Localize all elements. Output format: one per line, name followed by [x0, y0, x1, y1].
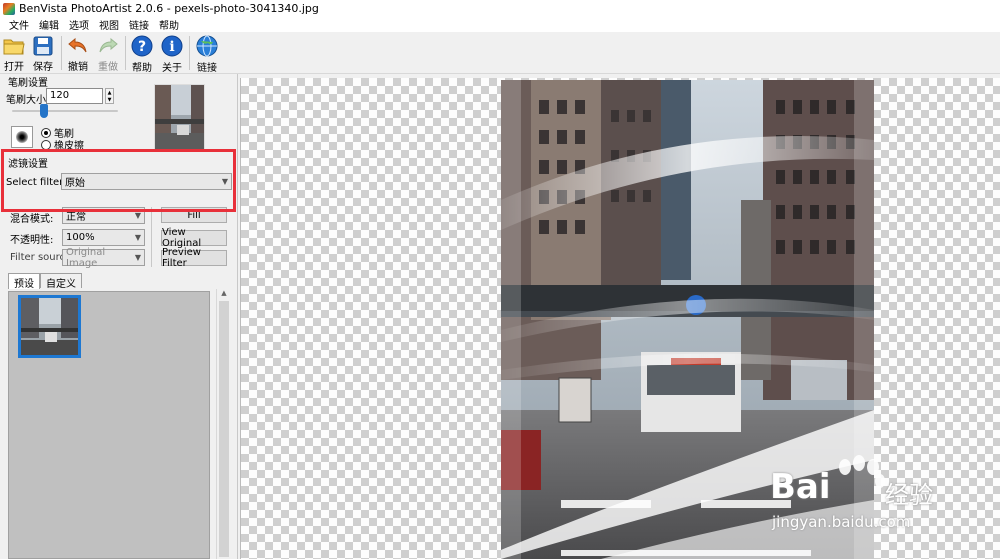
toolbar: 打开 保存 撤销 重做 ? 帮助 i 关于 链接 — [0, 32, 1000, 74]
open-label: 打开 — [4, 62, 24, 73]
view-original-button[interactable]: View Original — [161, 227, 227, 249]
preview-filter-button[interactable]: Preview Filter — [161, 247, 227, 269]
brush-size-slider-thumb[interactable] — [39, 104, 48, 118]
radio-unselected-icon — [41, 139, 51, 150]
about-label: 关于 — [162, 63, 182, 74]
opacity-select[interactable]: 100% ▼ — [62, 229, 145, 246]
tab-presets[interactable]: 预设 — [8, 273, 40, 290]
divider — [151, 207, 152, 267]
menu-edit[interactable]: 编辑 — [34, 17, 64, 32]
preset-thumbnail[interactable] — [18, 295, 81, 358]
menu-options[interactable]: 选项 — [64, 17, 94, 32]
chevron-down-icon: ▼ — [134, 253, 141, 262]
toolbar-separator — [189, 36, 190, 70]
radio-selected-icon — [41, 127, 51, 138]
filter-source-select[interactable]: Original Image ▼ — [62, 246, 145, 269]
chevron-up-icon: ▲ — [107, 89, 112, 96]
brush-size-input[interactable]: 120 — [46, 88, 103, 104]
menu-bar: 文件 编辑 选项 视图 链接 帮助 — [0, 17, 1000, 32]
undo-label: 撤销 — [68, 62, 88, 73]
chevron-down-icon: ▼ — [107, 96, 112, 103]
question-mark-icon: ? — [131, 35, 153, 57]
menu-file[interactable]: 文件 — [4, 17, 34, 32]
info-icon: i — [161, 35, 183, 57]
window-title: BenVista PhotoArtist 2.0.6 - pexels-phot… — [19, 2, 319, 15]
undo-arrow-icon — [67, 35, 89, 56]
chevron-down-icon: ▼ — [134, 233, 141, 242]
scroll-up-icon[interactable]: ▲ — [217, 289, 231, 301]
help-button[interactable]: ? 帮助 — [128, 35, 156, 74]
menu-link[interactable]: 链接 — [124, 17, 154, 32]
menu-view[interactable]: 视图 — [94, 17, 124, 32]
help-label: 帮助 — [132, 63, 152, 74]
folder-icon — [3, 35, 25, 56]
watermark-brand-tail: 经验 — [885, 481, 933, 509]
preset-scrollbar[interactable]: ▲ — [216, 289, 230, 559]
open-button[interactable]: 打开 — [0, 35, 28, 73]
save-label: 保存 — [33, 62, 53, 73]
baidu-jingyan-watermark: Bai 经验 jingyan.baidu.com — [760, 455, 980, 545]
blend-mode-label: 混合模式: — [10, 214, 54, 225]
save-button[interactable]: 保存 — [29, 35, 57, 73]
svg-text:i: i — [169, 39, 174, 55]
brush-tip-icon — [16, 131, 28, 143]
navigator-thumbnail[interactable] — [154, 84, 205, 150]
brush-size-slider-track — [12, 110, 118, 112]
redo-button[interactable]: 重做 — [94, 35, 122, 73]
link-label: 链接 — [197, 63, 217, 74]
globe-icon — [196, 35, 218, 57]
toolbar-separator — [61, 36, 62, 70]
about-button[interactable]: i 关于 — [158, 35, 186, 74]
link-button[interactable]: 链接 — [193, 35, 221, 74]
toolbar-separator — [125, 36, 126, 70]
scrollbar-thumb[interactable] — [219, 301, 229, 557]
watermark-brand: Bai — [770, 467, 831, 507]
preset-tabs: 预设 自定义 — [8, 273, 82, 290]
undo-button[interactable]: 撤销 — [64, 35, 92, 73]
title-bar: BenVista PhotoArtist 2.0.6 - pexels-phot… — [0, 0, 1000, 17]
brush-size-spinner[interactable]: ▲ ▼ — [105, 88, 114, 104]
tab-custom[interactable]: 自定义 — [40, 273, 82, 290]
app-icon — [3, 2, 15, 15]
opacity-value: 100% — [66, 232, 95, 243]
preset-list — [8, 291, 210, 559]
redo-label: 重做 — [98, 62, 118, 73]
brush-settings-label: 笔刷设置 — [8, 78, 48, 89]
svg-text:?: ? — [138, 39, 146, 55]
opacity-label: 不透明性: — [10, 235, 54, 246]
watermark-url: jingyan.baidu.com — [772, 513, 911, 531]
filter-source-value: Original Image — [66, 246, 106, 269]
menu-help[interactable]: 帮助 — [154, 17, 184, 32]
floppy-disk-icon — [32, 35, 54, 56]
brush-preview — [11, 126, 33, 148]
redo-arrow-icon — [97, 35, 119, 56]
chevron-down-icon: ▼ — [134, 211, 141, 220]
filter-settings-highlight — [1, 149, 236, 212]
